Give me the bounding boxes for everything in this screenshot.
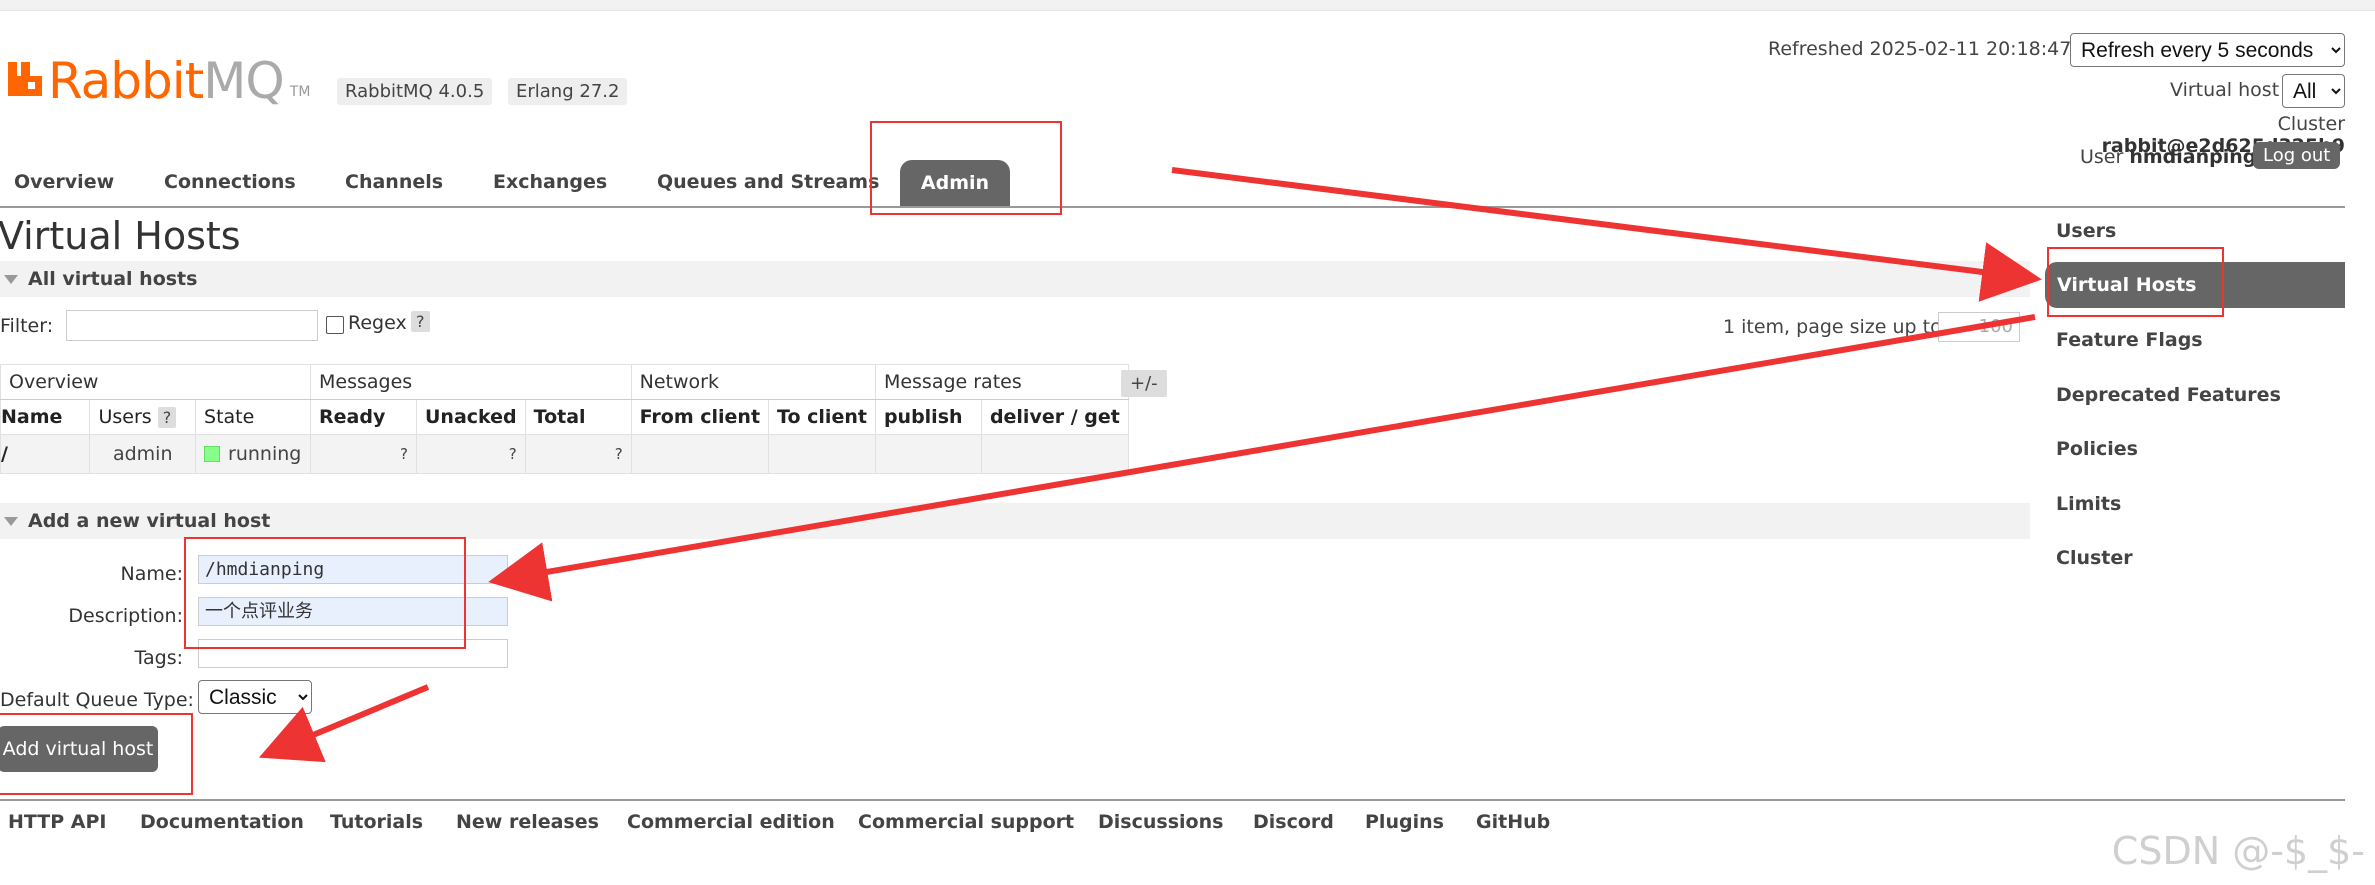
footer-link-discord[interactable]: Discord — [1253, 811, 1334, 833]
user-info: User hmdianping — [2080, 146, 2256, 168]
refresh-interval-select[interactable]: Refresh every 5 seconds — [2070, 33, 2345, 67]
col-to-client[interactable]: To client — [768, 399, 876, 435]
version-badge: RabbitMQ 4.0.5 — [337, 78, 493, 105]
footer-link-http-api[interactable]: HTTP API — [8, 811, 107, 833]
running-status-icon — [204, 446, 221, 462]
logo-trademark: TM — [289, 84, 311, 100]
nav-divider — [0, 206, 2345, 208]
vhost-deliver-get — [980, 434, 1129, 474]
collapse-triangle-icon — [4, 516, 18, 526]
name-field-label: Name: — [120, 563, 183, 585]
nav-queues-and-streams[interactable]: Queues and Streams — [657, 171, 879, 193]
regex-checkbox[interactable] — [326, 316, 344, 334]
footer-link-github[interactable]: GitHub — [1476, 811, 1550, 833]
refreshed-timestamp: Refreshed 2025-02-11 20:18:47 — [1768, 38, 2072, 60]
vhost-users: admin — [89, 434, 197, 474]
tags-field-label: Tags: — [134, 647, 183, 669]
sidebar-item-cluster[interactable]: Cluster — [2056, 547, 2133, 569]
erlang-badge: Erlang 27.2 — [508, 78, 628, 105]
col-users[interactable]: Users ? — [89, 399, 197, 435]
col-total[interactable]: Total — [524, 399, 632, 435]
columns-toggle-button[interactable]: +/- — [1121, 370, 1167, 397]
collapse-triangle-icon — [4, 274, 18, 284]
user-name: hmdianping — [2129, 146, 2257, 168]
annotation-box-form-fields — [184, 537, 466, 649]
virtual-hosts-table: Overview Messages Network Message rates … — [0, 364, 1129, 474]
logo-text-rabbit: Rabbit — [48, 52, 204, 110]
rabbitmq-logo[interactable]: Rabbit MQ TM — [6, 46, 310, 106]
annotation-box-add-button — [0, 713, 193, 795]
section-title-add-vhost: Add a new virtual host — [28, 510, 271, 532]
footer-divider — [0, 799, 2345, 801]
queue-type-label: Default Queue Type: — [0, 689, 194, 711]
vhost-state-label: running — [228, 443, 302, 465]
annotation-box-admin — [870, 121, 1062, 215]
footer-link-discussions[interactable]: Discussions — [1098, 811, 1223, 833]
user-label: User — [2080, 146, 2124, 168]
col-publish[interactable]: publish — [874, 399, 982, 435]
col-deliver-get[interactable]: deliver / get — [980, 399, 1129, 435]
description-field-label: Description: — [68, 605, 183, 627]
nav-channels[interactable]: Channels — [345, 171, 443, 193]
footer-link-tutorials[interactable]: Tutorials — [330, 811, 423, 833]
group-header-messages: Messages — [310, 364, 632, 400]
page-size-input[interactable]: 100 — [1938, 312, 2020, 342]
group-header-overview: Overview — [0, 364, 311, 400]
sidebar-item-policies[interactable]: Policies — [2056, 438, 2138, 460]
table-row[interactable]: / admin running ? ? ? — [0, 434, 1129, 474]
virtual-host-label: Virtual host — [2170, 79, 2280, 101]
vhost-name-link[interactable]: / — [0, 434, 91, 474]
filter-label: Filter: — [0, 315, 54, 337]
users-help-button[interactable]: ? — [157, 407, 177, 428]
col-users-label: Users — [98, 406, 152, 428]
col-unacked[interactable]: Unacked — [416, 399, 526, 435]
annotation-box-virtual-hosts — [2047, 247, 2224, 317]
logout-button[interactable]: Log out — [2253, 142, 2341, 169]
group-header-message-rates: Message rates — [874, 364, 1129, 400]
vhost-total: ? — [524, 434, 632, 474]
vhost-to-client — [768, 434, 876, 474]
required-marker: * — [516, 556, 524, 575]
sidebar-item-users[interactable]: Users — [2056, 220, 2116, 242]
rabbitmq-logo-icon — [6, 60, 44, 98]
col-ready[interactable]: Ready — [310, 399, 417, 435]
vhost-from-client — [630, 434, 770, 474]
footer-link-commercial-support[interactable]: Commercial support — [858, 811, 1074, 833]
col-state[interactable]: State — [195, 399, 311, 435]
footer-link-plugins[interactable]: Plugins — [1365, 811, 1444, 833]
vhost-ready: ? — [310, 434, 417, 474]
sidebar-item-feature-flags[interactable]: Feature Flags — [2056, 329, 2203, 351]
group-header-network: Network — [630, 364, 876, 400]
add-virtual-host-section-toggle[interactable]: Add a new virtual host — [0, 503, 2030, 539]
vhost-publish — [874, 434, 982, 474]
queue-type-select[interactable]: Classic — [198, 680, 312, 714]
sidebar-item-deprecated-features[interactable]: Deprecated Features — [2056, 384, 2281, 406]
vhost-unacked: ? — [416, 434, 526, 474]
footer-link-documentation[interactable]: Documentation — [140, 811, 304, 833]
footer-link-commercial-edition[interactable]: Commercial edition — [627, 811, 835, 833]
logo-text-mq: MQ — [203, 52, 284, 110]
all-virtual-hosts-section-toggle[interactable]: All virtual hosts — [0, 261, 2030, 297]
cluster-label: Cluster — [2277, 113, 2345, 135]
virtual-host-select[interactable]: All — [2282, 74, 2345, 108]
footer-link-new-releases[interactable]: New releases — [456, 811, 599, 833]
nav-overview[interactable]: Overview — [14, 171, 114, 193]
pager-text: 1 item, page size up to — [1723, 316, 1942, 338]
nav-connections[interactable]: Connections — [164, 171, 296, 193]
nav-exchanges[interactable]: Exchanges — [493, 171, 607, 193]
regex-label: Regex — [348, 312, 407, 334]
page-title: Virtual Hosts — [0, 214, 241, 258]
csdn-watermark: CSDN @-$_$- — [2111, 829, 2365, 873]
sidebar-item-limits[interactable]: Limits — [2056, 493, 2121, 515]
col-from-client[interactable]: From client — [630, 399, 770, 435]
section-title-all-vhosts: All virtual hosts — [28, 268, 198, 290]
regex-help-button[interactable]: ? — [411, 311, 430, 332]
filter-input[interactable] — [66, 310, 318, 341]
vhost-state: running — [195, 434, 311, 474]
top-strip — [0, 0, 2375, 11]
col-name[interactable]: Name — [0, 399, 91, 435]
